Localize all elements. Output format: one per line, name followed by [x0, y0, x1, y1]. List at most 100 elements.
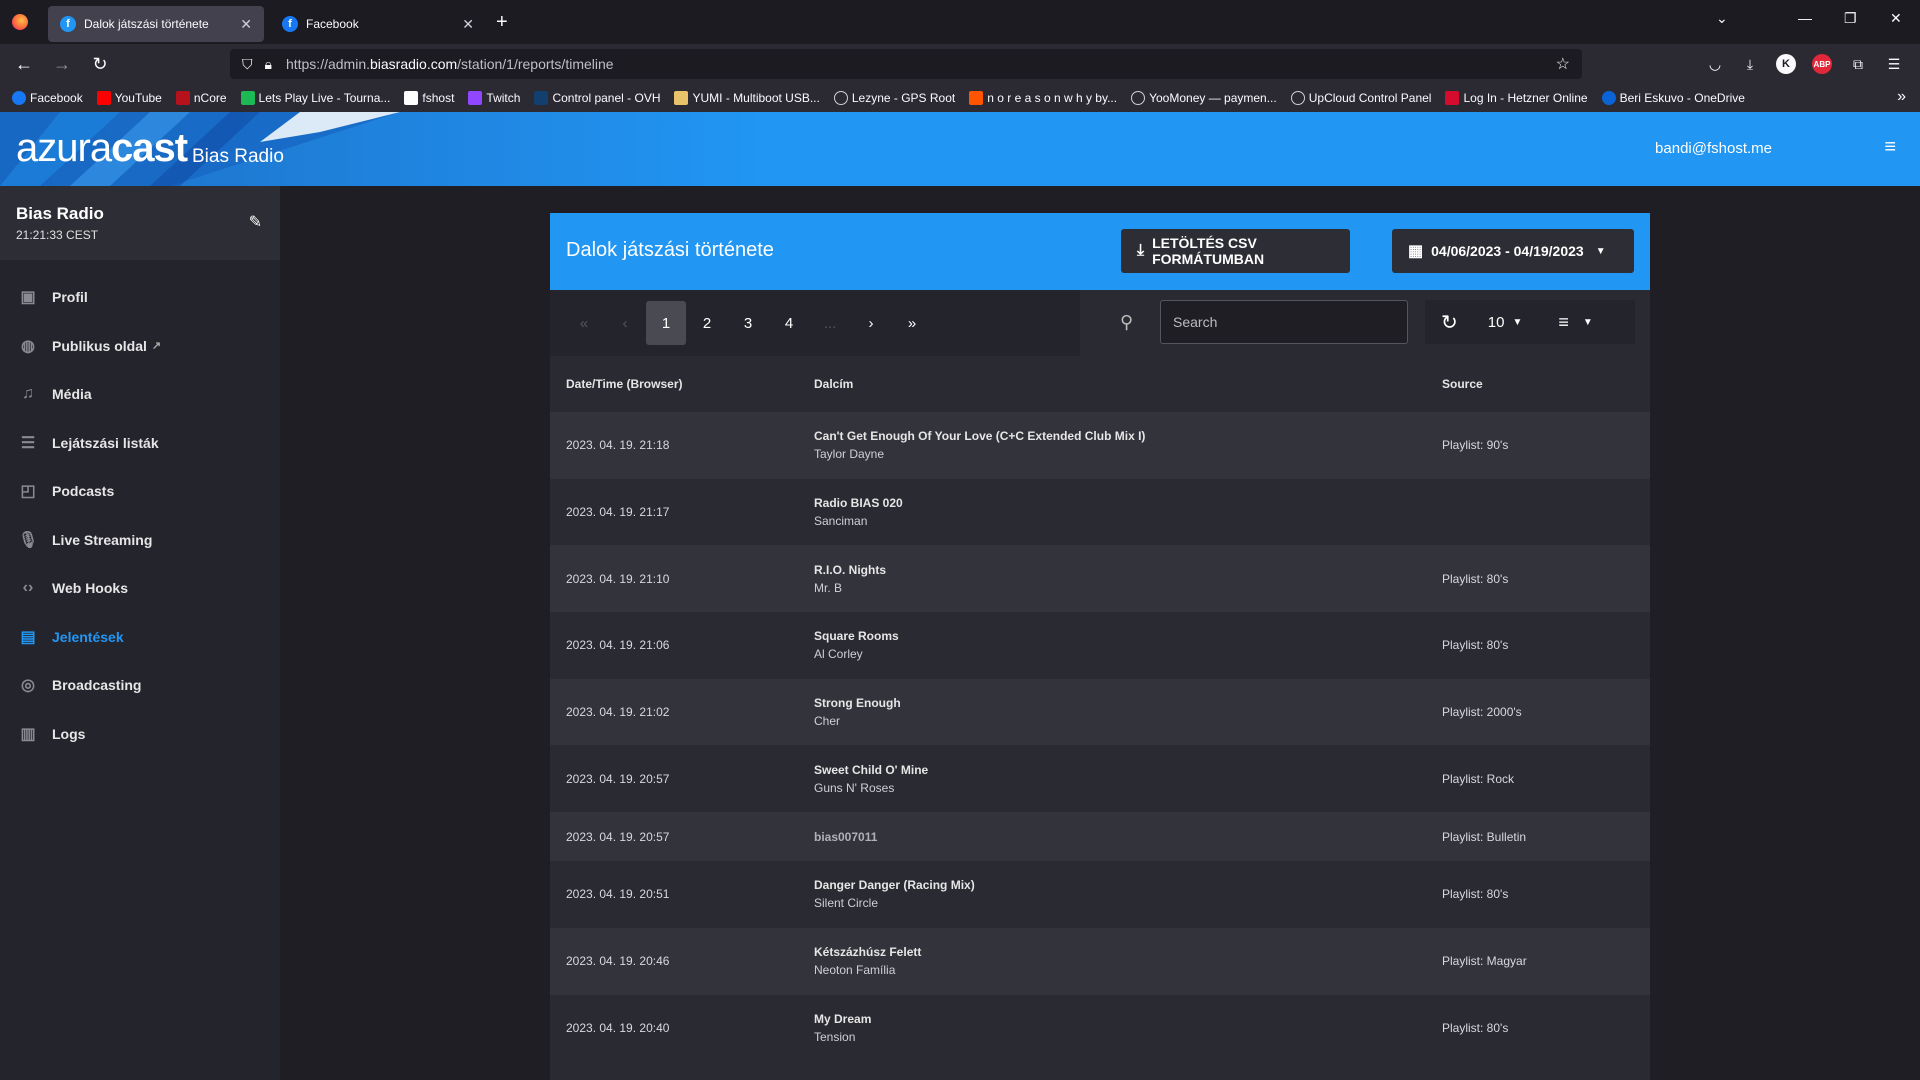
page-size-select[interactable]: 10 ▼: [1488, 314, 1523, 331]
bookmark-fshost[interactable]: fshost: [404, 91, 454, 105]
table-row: 2023. 04. 19. 20:46 Kétszázhúsz Felett Neo…: [550, 927, 1650, 995]
page-1[interactable]: 1: [646, 301, 686, 345]
song-title: R.I.O. Nights: [814, 562, 886, 577]
window-close-icon[interactable]: ✕: [1890, 10, 1902, 27]
sidebar-item-broadcasting[interactable]: ◎ Broadcasting: [0, 661, 280, 710]
extensions-icon[interactable]: ⧉: [1848, 54, 1868, 74]
tab-close-icon[interactable]: ✕: [240, 16, 252, 33]
menu-toggle-icon[interactable]: ≡: [1884, 136, 1896, 159]
page-first[interactable]: «: [564, 301, 604, 345]
cell-song: My Dream Tension: [814, 995, 1442, 1062]
column-header-source[interactable]: Source: [1442, 356, 1650, 412]
library-music-icon: ♫: [22, 385, 34, 403]
page-4[interactable]: 4: [769, 301, 809, 345]
column-header-datetime[interactable]: Date/Time (Browser): [550, 356, 814, 412]
page-last[interactable]: »: [892, 301, 932, 345]
browser-tab-active[interactable]: f Dalok játszási története ✕: [48, 6, 264, 42]
back-icon[interactable]: ←: [10, 50, 38, 78]
edit-pencil-icon[interactable]: ✎: [249, 212, 262, 232]
sidebar-item-podcasts[interactable]: ◰ Podcasts: [0, 467, 280, 516]
url-bar[interactable]: ⛉ 🔒︎ https://admin.biasradio.com/station…: [230, 49, 1582, 79]
download-csv-button[interactable]: ⤓ LETÖLTÉS CSV FORMÁTUMBAN: [1121, 229, 1350, 273]
bookmark-yumi[interactable]: YUMI - Multiboot USB...: [674, 91, 820, 105]
lock-icon[interactable]: 🔒︎: [265, 56, 272, 73]
date-range-button[interactable]: ▦ 04/06/2023 - 04/19/2023 ▼: [1392, 229, 1634, 273]
bookmark-ncore[interactable]: nCore: [175, 91, 227, 105]
sidebar-item-logs[interactable]: ▥ Logs: [0, 710, 280, 759]
cell-source: Playlist: 90's: [1442, 438, 1509, 453]
tab-close-icon[interactable]: ✕: [462, 16, 474, 33]
sidebar-item-playlists[interactable]: ☰ Lejátszási listák: [0, 419, 280, 468]
user-email[interactable]: bandi@fshost.me: [1655, 140, 1772, 157]
cell-source: [1442, 479, 1650, 546]
mic-icon: 🎙︎: [17, 531, 39, 549]
song-title: Square Rooms: [814, 629, 899, 644]
filter-columns-icon[interactable]: ≡: [1558, 312, 1569, 333]
tab-list-chevron-icon[interactable]: ⌄: [1716, 10, 1728, 27]
bookmarks-overflow-icon[interactable]: »: [1897, 88, 1906, 106]
table-row: 2023. 04. 19. 21:10 R.I.O. Nights Mr. B Pla…: [550, 545, 1650, 613]
url-text[interactable]: https://admin.biasradio.com/station/1/re…: [286, 56, 614, 72]
song-title: Radio BIAS 020: [814, 496, 903, 511]
bookmark-lezyne[interactable]: Lezyne - GPS Root: [833, 91, 955, 105]
browser-tab-facebook[interactable]: f Facebook ✕: [270, 6, 486, 42]
refresh-icon[interactable]: ↻: [1441, 310, 1458, 335]
queue-music-icon: ☰: [20, 434, 36, 452]
logs-icon: ▥: [20, 725, 36, 743]
cell-source: Playlist: Rock: [1442, 771, 1515, 786]
cast-icon: ◰: [20, 483, 36, 501]
download-icon: ⤓: [1137, 242, 1145, 259]
sidebar-item-live-streaming[interactable]: 🎙︎ Live Streaming: [0, 516, 280, 565]
song-artist: Guns N' Roses: [814, 780, 895, 795]
table-row: 2023. 04. 19. 21:17 Radio BIAS 020 Sancima…: [550, 478, 1650, 546]
song-title: bias007011: [814, 829, 878, 844]
cell-datetime: 2023. 04. 19. 20:57: [566, 829, 670, 844]
bookmark-twitch[interactable]: Twitch: [468, 91, 520, 105]
soundcloud-icon: [969, 91, 984, 105]
new-tab-icon[interactable]: +: [496, 11, 508, 34]
cell-source: Playlist: 80's: [1442, 571, 1509, 586]
table-row: 2023. 04. 19. 20:51 Danger Danger (Racing…: [550, 861, 1650, 928]
firefox-icon[interactable]: [12, 14, 28, 30]
shield-icon[interactable]: ⛉: [242, 56, 253, 73]
sidebar-item-media[interactable]: ♫ Média: [0, 370, 280, 419]
page-prev[interactable]: ‹: [605, 301, 645, 345]
caret-down-icon[interactable]: ▼: [1583, 317, 1593, 328]
bookmark-soundcloud[interactable]: n o r e a s o n w h y by...: [969, 91, 1117, 105]
bookmark-upcloud[interactable]: UpCloud Control Panel: [1290, 91, 1431, 105]
sidebar-item-web-hooks[interactable]: ‹› Web Hooks: [0, 564, 280, 613]
bookmark-letsplaylive[interactable]: Lets Play Live - Tourna...: [240, 91, 390, 105]
bookmark-youtube[interactable]: YouTube: [96, 91, 162, 105]
reload-icon[interactable]: ↻: [86, 50, 114, 78]
song-history-table: Date/Time (Browser) Dalcím Source 2023. …: [550, 356, 1650, 1062]
bookmark-star-icon[interactable]: ☆: [1556, 54, 1570, 74]
account-avatar-icon[interactable]: K: [1776, 54, 1796, 74]
adblock-icon[interactable]: ABP: [1812, 54, 1832, 74]
song-artist: Cher: [814, 714, 841, 729]
sidebar-item-reports[interactable]: ▤ Jelentések: [0, 613, 280, 662]
search-input[interactable]: [1160, 300, 1408, 344]
station-name: Bias Radio: [16, 204, 104, 223]
page-title: Dalok játszási története: [566, 239, 774, 261]
bookmark-ovh[interactable]: Control panel - OVH: [534, 91, 660, 105]
page-3[interactable]: 3: [728, 301, 768, 345]
page-2[interactable]: 2: [687, 301, 727, 345]
pocket-icon[interactable]: ◡: [1705, 54, 1725, 74]
column-header-title[interactable]: Dalcím: [814, 356, 1442, 412]
sidebar-item-profil[interactable]: ▣ Profil: [0, 273, 280, 322]
downloads-icon[interactable]: ⤓: [1740, 54, 1760, 74]
restore-icon[interactable]: ❐: [1844, 10, 1857, 27]
forward-icon[interactable]: →: [48, 50, 76, 78]
globe-icon: [833, 91, 848, 105]
bookmark-onedrive[interactable]: Beri Eskuvo - OneDrive: [1601, 91, 1745, 105]
azuracast-logo[interactable]: azuracast: [16, 126, 188, 171]
menu-hamburger-icon[interactable]: ☰: [1884, 54, 1904, 74]
page-next[interactable]: ›: [851, 301, 891, 345]
sidebar-item-publikus-oldal[interactable]: ◍ Publikus oldal ↗: [0, 322, 280, 371]
search-icon: ⚲: [1120, 312, 1134, 332]
minimize-icon[interactable]: —: [1798, 10, 1812, 26]
bookmark-yoomoney[interactable]: YooMoney — paymen...: [1131, 91, 1277, 105]
yumi-icon: [674, 91, 689, 105]
bookmark-facebook[interactable]: Facebook: [12, 91, 83, 105]
bookmark-hetzner[interactable]: Log In - Hetzner Online: [1445, 91, 1588, 105]
